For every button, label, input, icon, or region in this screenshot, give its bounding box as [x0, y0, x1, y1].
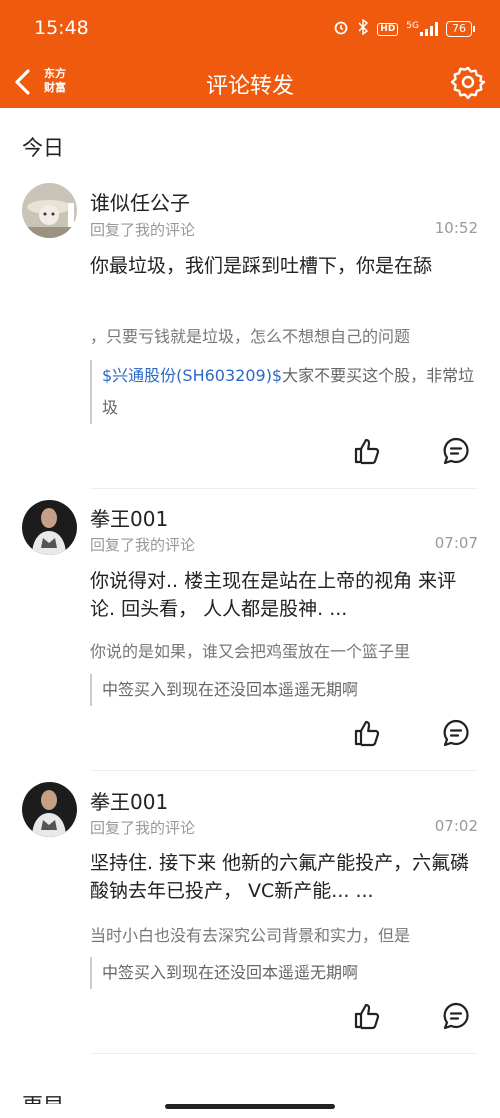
section-title-today: 今日 — [22, 136, 64, 160]
thumbs-up-icon — [354, 1003, 380, 1030]
quoted-post[interactable]: 中签买入到现在还没回本遥遥无期啊 — [90, 957, 482, 989]
alarm-icon — [333, 19, 349, 39]
stock-link[interactable]: $兴通股份(SH603209)$ — [102, 366, 282, 385]
network-type: 5G — [406, 21, 419, 31]
comment-icon — [443, 719, 469, 747]
gear-icon — [450, 66, 486, 100]
reply-label: 回复了我的评论 — [90, 536, 196, 554]
reply-label: 回复了我的评论 — [90, 221, 196, 239]
reply-text[interactable]: 坚持住. 接下来 他新的六氟产能投产，六氟磷酸钠去年已投产， VC新产能... … — [90, 849, 470, 905]
quoted-post-text: 中签买入到现在还没回本遥遥无期啊 — [102, 963, 359, 982]
comment-time: 10:52 — [434, 219, 478, 237]
user-name[interactable]: 拳王001 — [90, 786, 168, 815]
original-comment-text[interactable]: 当时小白也没有去深究公司背景和实力，但是 — [90, 922, 480, 946]
comment-button[interactable] — [441, 436, 471, 466]
divider — [90, 770, 478, 771]
thumbs-up-icon — [354, 720, 380, 747]
avatar[interactable] — [22, 782, 77, 837]
signal-icon: 5G — [406, 22, 438, 36]
thumbs-up-icon — [354, 438, 380, 465]
comment-time: 07:07 — [434, 534, 478, 552]
comment-button[interactable] — [441, 1001, 471, 1031]
like-button[interactable] — [352, 718, 382, 748]
divider — [90, 488, 478, 489]
reply-text[interactable]: 你最垃圾，我们是踩到吐槽下，你是在舔 — [90, 252, 480, 280]
avatar[interactable] — [22, 500, 77, 555]
settings-button[interactable] — [450, 64, 486, 100]
bluetooth-icon — [357, 18, 369, 39]
comment-icon — [443, 437, 469, 465]
avatar[interactable] — [22, 183, 77, 238]
comment-button[interactable] — [441, 718, 471, 748]
user-name[interactable]: 拳王001 — [90, 503, 168, 532]
battery-icon: 76 — [446, 21, 475, 37]
status-bar: 15:48 HD 5G 76 — [0, 0, 500, 56]
comment-icon — [443, 1002, 469, 1030]
home-indicator[interactable] — [165, 1104, 335, 1109]
quoted-post[interactable]: $兴通股份(SH603209)$大家不要买这个股，非常垃圾 — [90, 360, 482, 424]
reply-label: 回复了我的评论 — [90, 819, 196, 837]
original-comment-text[interactable]: ，只要亏钱就是垃圾，怎么不想想自己的问题 — [90, 323, 480, 347]
quoted-post-text: 中签买入到现在还没回本遥遥无期啊 — [102, 680, 359, 699]
comment-time: 07:02 — [434, 817, 478, 835]
quoted-post[interactable]: 中签买入到现在还没回本遥遥无期啊 — [90, 674, 482, 706]
reply-text[interactable]: 你说得对.. 楼主现在是站在上帝的视角 来评论. 回头看， 人人都是股神. ..… — [90, 567, 470, 623]
nav-bar: 东方 财富 评论转发 — [0, 56, 500, 108]
status-time: 15:48 — [34, 17, 89, 39]
page-title: 评论转发 — [205, 74, 294, 99]
user-name[interactable]: 谁似任公子 — [90, 187, 190, 216]
like-button[interactable] — [352, 436, 382, 466]
section-title-earlier: 更早 — [22, 1090, 64, 1104]
like-button[interactable] — [352, 1001, 382, 1031]
divider — [90, 1053, 478, 1054]
hd-icon: HD — [377, 22, 399, 36]
status-icons: HD 5G 76 — [333, 18, 475, 39]
original-comment-text[interactable]: 你说的是如果，谁又会把鸡蛋放在一个篮子里 — [90, 638, 480, 662]
